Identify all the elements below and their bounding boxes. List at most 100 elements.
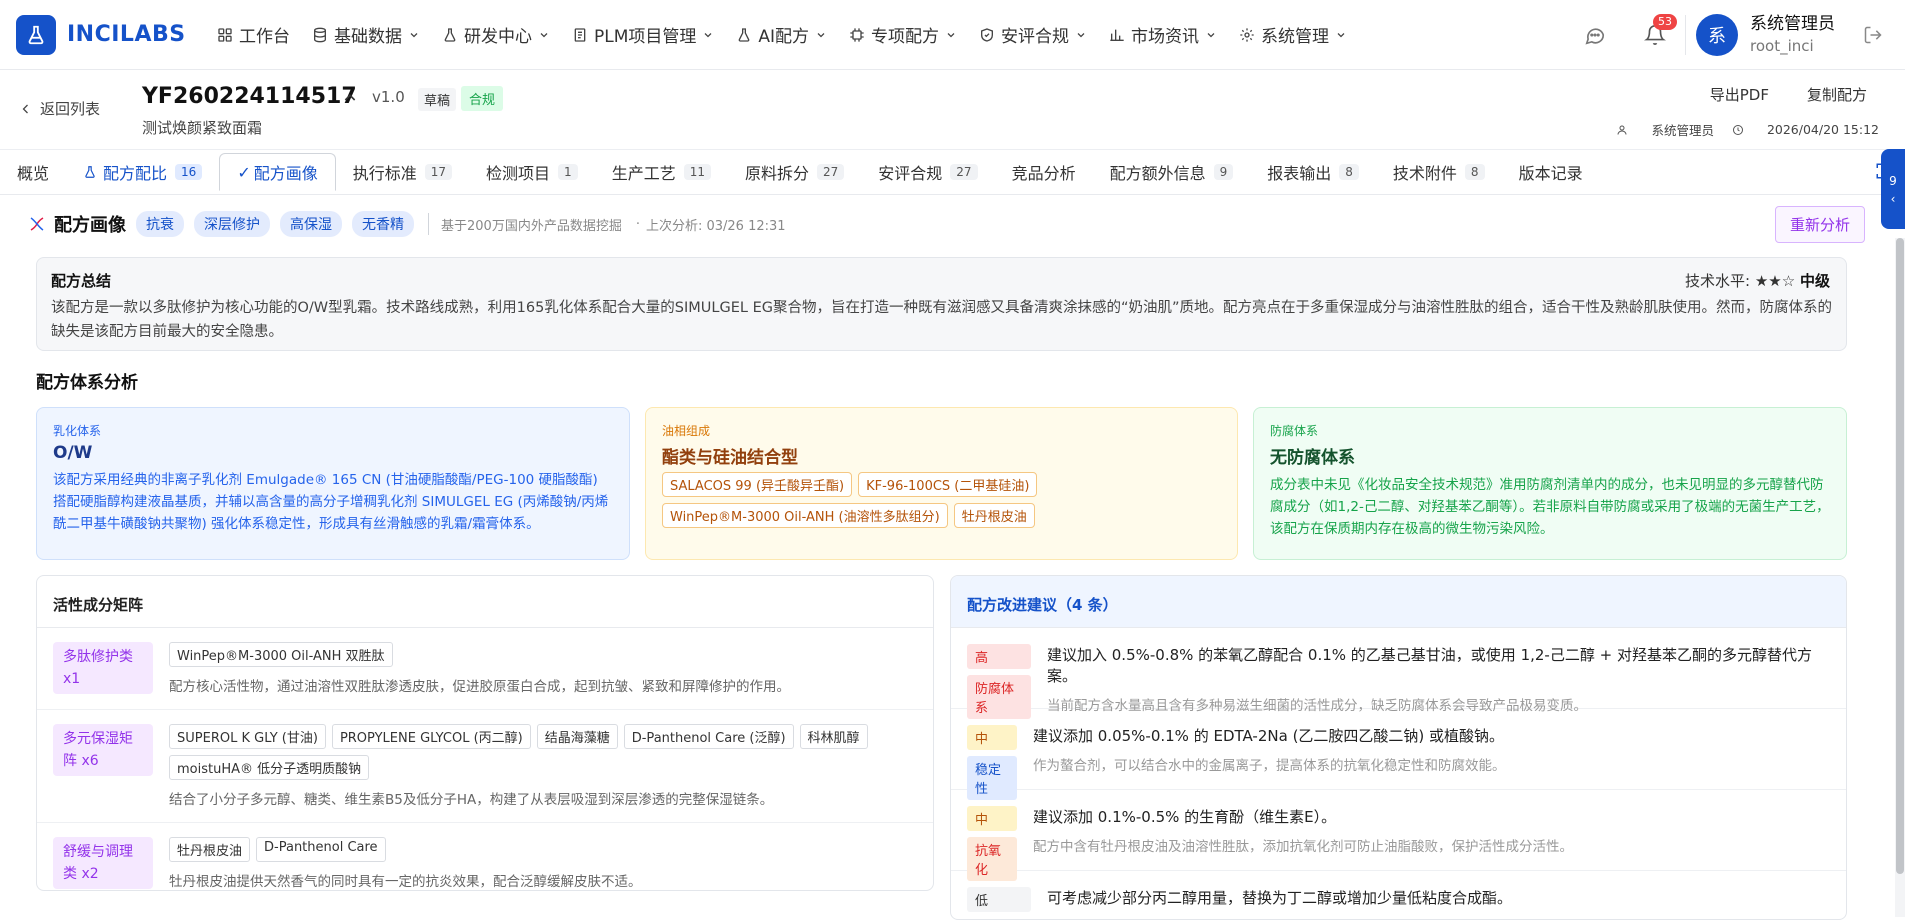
portrait-title: 配方画像 xyxy=(54,215,126,236)
export-pdf-button[interactable]: 导出PDF xyxy=(1710,84,1769,105)
suggestion-note: 配方中含有牡丹根皮油及油溶性胜肽，添加抗氧化剂可防止油脂酸败，保护活性成分活性。 xyxy=(1033,839,1573,855)
top-right-tools: 53 系 系统管理员 root_inci xyxy=(1575,0,1905,70)
system-analysis-title: 配方体系分析 xyxy=(36,373,138,393)
formula-summary: 配方总结 技术水平: ★★☆ 中级 该配方是一款以多肽修护为核心功能的O/W型乳… xyxy=(36,257,1847,351)
tab-label: 检测项目 xyxy=(486,164,551,183)
card-heading: O/W xyxy=(53,443,93,463)
menu-label: PLM项目管理 xyxy=(594,27,697,47)
tab-testing[interactable]: 检测项目 1 xyxy=(469,154,595,190)
back-label: 返回列表 xyxy=(40,100,101,118)
menu-workbench[interactable]: 工作台 xyxy=(206,0,301,70)
matrix-desc: 结合了小分子多元醇、糖类、维生素B5及低分子HA，构建了从表层吸湿到深层渗透的完… xyxy=(169,792,774,808)
ingredient-tag: PROPYLENE GLYCOL (丙二醇) xyxy=(331,724,531,749)
ingredient-tag: WinPep®M-3000 Oil-ANH 双胜肽 xyxy=(169,642,393,667)
oil-tag: WinPep®M-3000 Oil-ANH (油溶性多肽组分) xyxy=(662,503,948,528)
suggestions-panel: 配方改进建议（4 条） 高 防腐体系 建议加入 0.5%-0.8% 的苯氧乙醇配… xyxy=(950,575,1847,920)
summary-title: 配方总结 xyxy=(51,272,112,290)
tab-formula-portrait[interactable]: ✓ 配方画像 xyxy=(219,153,336,191)
chevron-up-icon[interactable] xyxy=(342,90,358,106)
ingredient-tag: D-Panthenol Care xyxy=(256,837,386,862)
suggestion-item: 中 稳定性 建议添加 0.05%-0.1% 的 EDTA-2Na (乙二胺四乙酸… xyxy=(951,709,1846,800)
last-analysis: 上次分析: 03/26 12:31 xyxy=(645,218,786,234)
shield-icon xyxy=(981,27,994,42)
menu-special-formula[interactable]: 专项配方 xyxy=(838,0,968,70)
notification-button[interactable]: 53 xyxy=(1635,14,1677,55)
tab-label: 执行标准 xyxy=(352,164,417,183)
menu-label: AI配方 xyxy=(758,27,810,47)
suggestion-item: 低 可考虑减少部分丙二醇用量，替换为丁二醇或增加少量低粘度合成酯。 xyxy=(951,871,1846,919)
menu-label: 系统管理 xyxy=(1261,27,1330,47)
ingredient-tag: 牡丹根皮油 xyxy=(169,837,251,862)
preservative-card: 防腐体系 无防腐体系 成分表中未见《化妆品安全技术规范》准用防腐剂清单内的成分，… xyxy=(1253,407,1847,560)
menu-safety[interactable]: 安评合规 xyxy=(968,0,1098,70)
dna-icon xyxy=(30,217,44,231)
menu-ai-formula[interactable]: AI配方 xyxy=(725,0,838,70)
tab-competitor[interactable]: 竞品分析 xyxy=(995,154,1093,190)
tab-count: 1 xyxy=(558,164,578,180)
flask-icon xyxy=(739,27,750,42)
tech-level: 技术水平: ★★☆ 中级 xyxy=(1685,270,1830,291)
ingredient-tag: 结晶海藻糖 xyxy=(536,724,618,749)
oil-tag: 牡丹根皮油 xyxy=(953,503,1035,528)
matrix-desc: 配方核心活性物，通过油溶性双胜肽渗透皮肤，促进胶原蛋白合成，起到抗皱、紧致和屏障… xyxy=(169,679,790,695)
tech-level-value: 中级 xyxy=(1799,272,1830,290)
tab-formula-ratio[interactable]: 配方配比 16 xyxy=(66,154,219,190)
user-info[interactable]: 系统管理员 root_inci xyxy=(1750,13,1835,57)
matrix-category: 多肽修护类 x1 xyxy=(53,642,153,694)
portrait-tag: 深层修护 xyxy=(194,211,270,237)
check-icon: ✓ xyxy=(237,162,251,182)
message-button[interactable] xyxy=(1575,15,1615,55)
matrix-row: 多元保湿矩阵 x6 SUPEROL K GLY (甘油) PROPYLENE G… xyxy=(37,710,933,823)
logout-button[interactable] xyxy=(1853,15,1893,55)
tab-count: 17 xyxy=(424,164,453,180)
copy-formula-button[interactable]: 复制配方 xyxy=(1807,84,1867,105)
menu-label: 研发中心 xyxy=(464,27,532,47)
tab-count: 9 xyxy=(1213,164,1234,180)
tab-process[interactable]: 生产工艺 11 xyxy=(595,154,728,190)
tab-reports[interactable]: 报表输出 8 xyxy=(1250,154,1376,190)
menu-rd-center[interactable]: 研发中心 xyxy=(431,0,561,70)
tab-safety[interactable]: 安评合规 27 xyxy=(861,154,994,190)
menu-label: 安评合规 xyxy=(1001,27,1070,47)
chip-icon xyxy=(850,27,864,42)
card-heading: 无防腐体系 xyxy=(1270,448,1355,468)
ingredient-tag: 科林肌醇 xyxy=(799,724,868,749)
panel-title: 配方改进建议（4 条） xyxy=(951,576,1846,628)
menu-base-data[interactable]: 基础数据 xyxy=(301,0,431,70)
matrix-row: 多肽修护类 x1 WinPep®M-3000 Oil-ANH 双胜肽 配方核心活… xyxy=(37,628,933,710)
scrollbar-thumb[interactable] xyxy=(1896,238,1904,874)
chevron-left-icon xyxy=(22,104,28,113)
menu-market[interactable]: 市场资讯 xyxy=(1098,0,1228,70)
tab-attachments[interactable]: 技术附件 8 xyxy=(1376,154,1502,190)
app-logo[interactable]: INCILABS xyxy=(16,14,206,55)
suggestion-text: 建议加入 0.5%-0.8% 的苯氧乙醇配合 0.1% 的乙基己基甘油，或使用 … xyxy=(1047,646,1812,685)
tab-overview[interactable]: 概览 xyxy=(0,154,66,190)
main-menu: 工作台 基础数据 研发中心 PLM项目管理 AI配方 专项配方 安评合规 市场资… xyxy=(206,0,1358,70)
product-name: 测试焕颜紧致面霜 xyxy=(142,119,263,137)
status-badge-compliance: 合规 xyxy=(461,86,504,111)
menu-plm[interactable]: PLM项目管理 xyxy=(561,0,725,70)
menu-system[interactable]: 系统管理 xyxy=(1228,0,1358,70)
priority-badge: 中 xyxy=(967,725,1017,750)
user-name: 系统管理员 xyxy=(1750,14,1835,34)
owner-info: 系统管理员 xyxy=(1616,120,1714,139)
suggestion-item: 中 抗氧化 建议添加 0.1%-0.5% 的生育酚（维生素E）。 配方中含有牡丹… xyxy=(951,790,1846,881)
tab-standards[interactable]: 执行标准 17 xyxy=(336,154,469,190)
app-name: INCILABS xyxy=(67,22,186,47)
reanalyze-button[interactable]: 重新分析 xyxy=(1774,206,1865,243)
divider xyxy=(428,213,429,235)
chevron-down-icon xyxy=(1077,32,1085,37)
tab-material-split[interactable]: 原料拆分 27 xyxy=(728,154,861,190)
tab-count: 8 xyxy=(1339,164,1359,180)
suggestion-note: 作为螯合剂，可以结合水中的金属离子，提高体系的抗氧化稳定性和防腐效能。 xyxy=(1033,758,1506,774)
side-panel-toggle[interactable]: 9 ‹ xyxy=(1881,149,1905,229)
user-id: root_inci xyxy=(1750,37,1814,55)
avatar[interactable]: 系 xyxy=(1696,14,1738,56)
tab-label: 版本记录 xyxy=(1518,164,1583,183)
user-icon xyxy=(1617,125,1627,135)
scrollbar[interactable] xyxy=(1895,238,1905,917)
tab-versions[interactable]: 版本记录 xyxy=(1502,154,1600,190)
tab-extra-info[interactable]: 配方额外信息 9 xyxy=(1093,154,1251,190)
chevron-left-icon: ‹ xyxy=(1890,192,1896,206)
back-to-list-button[interactable]: 返回列表 xyxy=(20,98,100,119)
